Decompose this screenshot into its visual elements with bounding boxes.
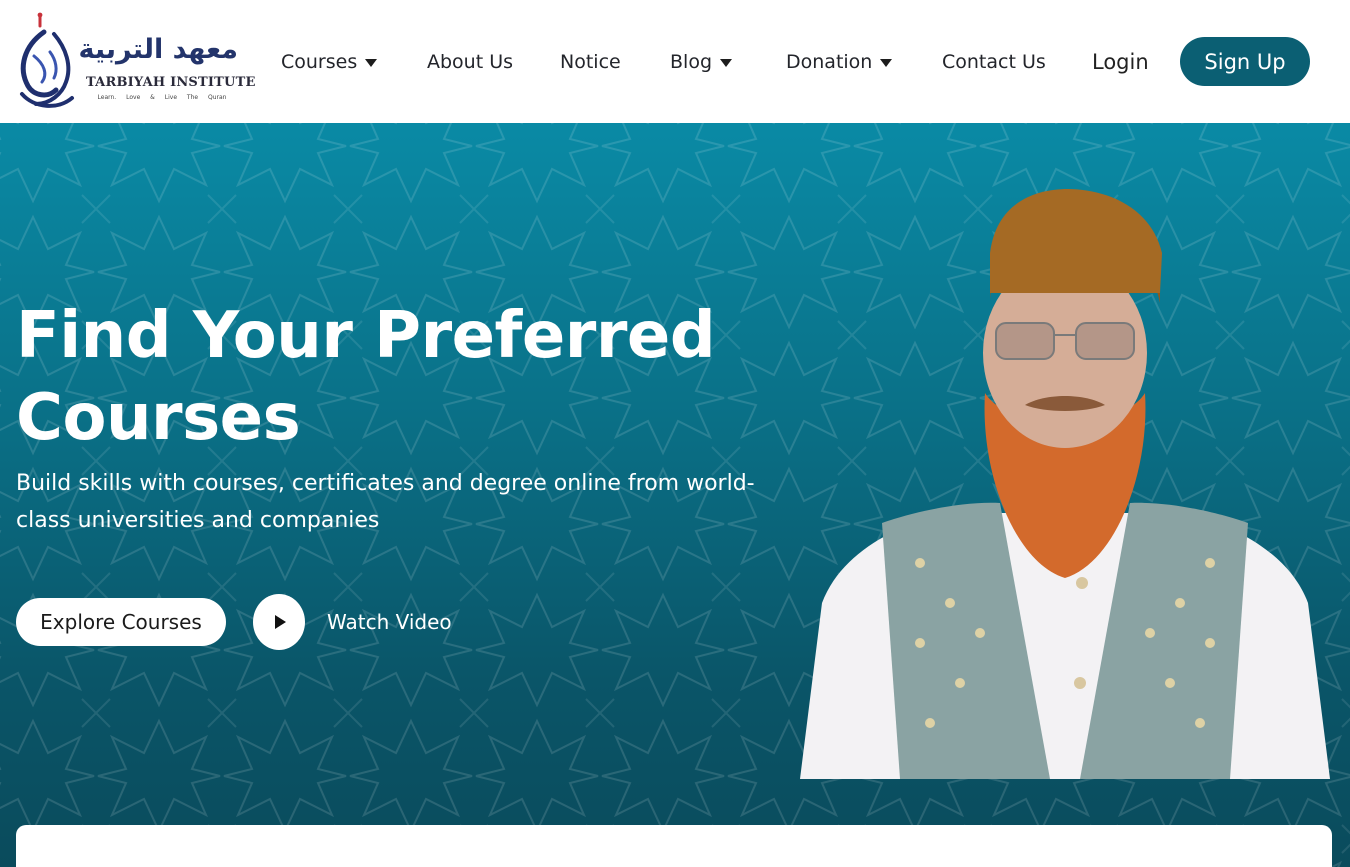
nav-courses[interactable]: Courses — [281, 48, 378, 76]
nav-blog[interactable]: Blog — [670, 48, 732, 76]
signup-label: Sign Up — [1204, 49, 1286, 74]
nav-courses-label: Courses — [281, 51, 358, 73]
nav-about-label: About Us — [427, 51, 514, 73]
nav-contact[interactable]: Contact Us — [942, 48, 1046, 76]
nav-donation[interactable]: Donation — [786, 48, 893, 76]
signup-button[interactable]: Sign Up — [1180, 37, 1310, 86]
nav-notice[interactable]: Notice — [560, 48, 621, 76]
logo-arabic-text: معهد التربية — [78, 34, 238, 65]
play-icon — [275, 615, 286, 629]
hero-subtitle: Build skills with courses, certificates … — [16, 471, 755, 533]
watch-video-link[interactable]: Watch Video — [327, 608, 452, 636]
content-card — [16, 825, 1332, 867]
nav-notice-label: Notice — [560, 51, 621, 73]
calligraphy-logo-icon — [20, 12, 74, 108]
login-link[interactable]: Login — [1092, 47, 1149, 77]
nav-donation-label: Donation — [786, 51, 873, 73]
chevron-down-icon — [880, 58, 893, 67]
site-header: معهد التربية TARBIYAH INSTITUTE Learn. L… — [0, 0, 1350, 123]
logo-name: TARBIYAH INSTITUTE — [86, 75, 256, 90]
explore-courses-label: Explore Courses — [40, 610, 202, 634]
site-logo[interactable]: معهد التربية TARBIYAH INSTITUTE Learn. L… — [14, 12, 256, 112]
nav-about[interactable]: About Us — [427, 48, 513, 76]
hero-title: Find Your Preferred Courses — [16, 299, 716, 455]
explore-courses-button[interactable]: Explore Courses — [16, 598, 226, 646]
logo-tagline: Learn. Love & Live The Quran — [97, 94, 227, 101]
instructor-portrait — [800, 189, 1330, 779]
hero-section: Find Your Preferred Courses Build skills… — [0, 123, 1350, 867]
chevron-down-icon — [365, 58, 378, 67]
nav-blog-label: Blog — [670, 51, 712, 73]
chevron-down-icon — [720, 58, 732, 67]
nav-contact-label: Contact Us — [942, 51, 1046, 73]
play-video-button[interactable] — [253, 594, 305, 650]
